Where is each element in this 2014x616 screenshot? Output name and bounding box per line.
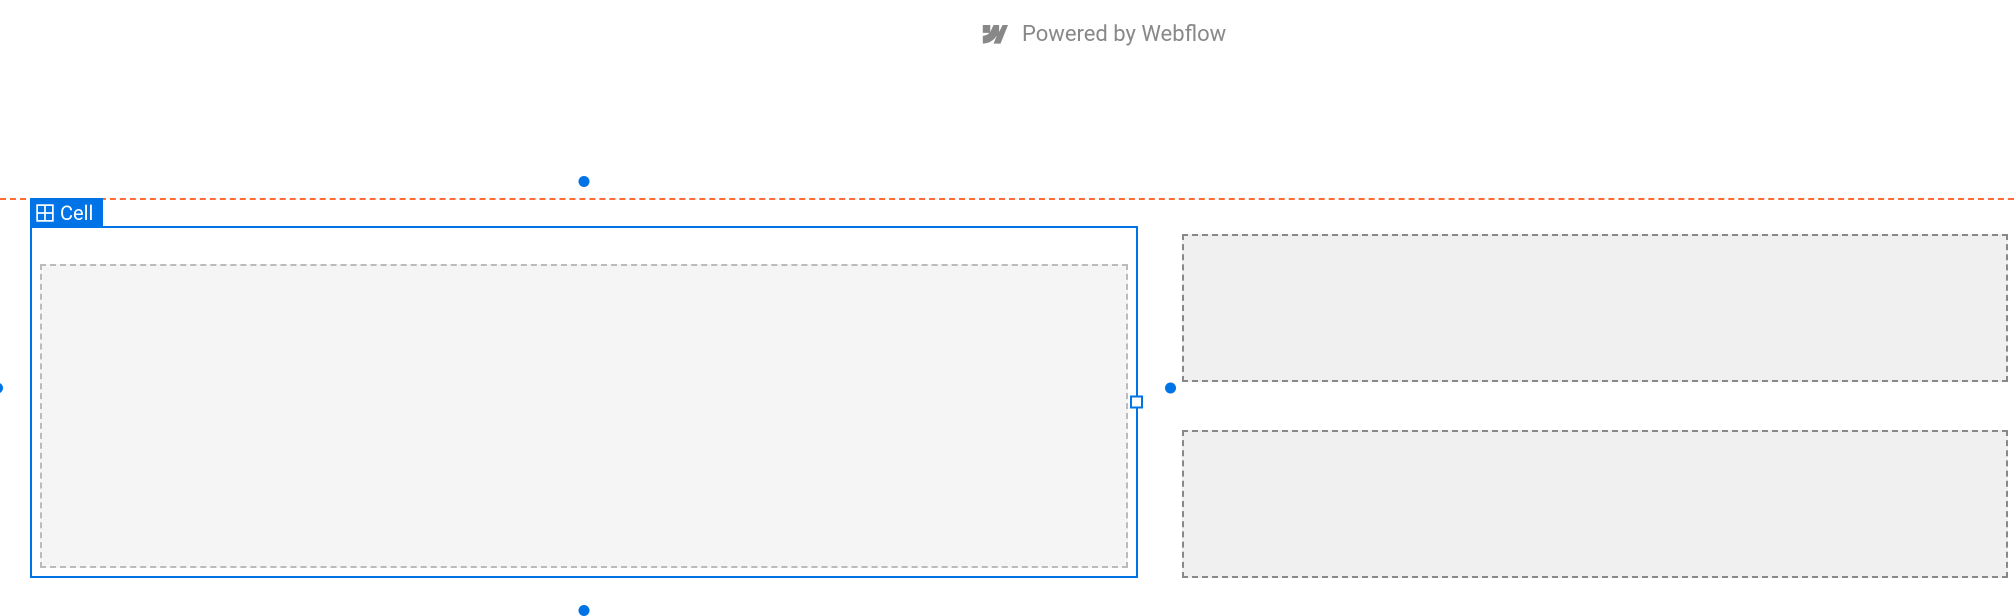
grid-cell-placeholder[interactable] — [1182, 234, 2008, 382]
grid-cell-placeholder[interactable] — [1182, 430, 2008, 578]
spacing-handle-left[interactable] — [0, 383, 3, 394]
powered-by-text: Powered by Webflow — [1022, 22, 1226, 47]
selection-label-text: Cell — [60, 201, 93, 225]
powered-by-badge[interactable]: Powered by Webflow — [980, 22, 1226, 47]
selected-cell-container[interactable]: Cell — [30, 198, 1138, 578]
resize-handle-right[interactable] — [1130, 396, 1143, 409]
spacing-handle-right[interactable] — [1165, 383, 1176, 394]
selected-grid-cell[interactable] — [30, 226, 1138, 578]
selection-label[interactable]: Cell — [30, 198, 103, 228]
cell-content-placeholder[interactable] — [40, 264, 1128, 568]
webflow-logo-icon — [980, 25, 1008, 45]
spacing-handle-bottom[interactable] — [579, 605, 590, 616]
spacing-handle-top[interactable] — [579, 176, 590, 187]
grid-cell-icon — [36, 204, 54, 222]
